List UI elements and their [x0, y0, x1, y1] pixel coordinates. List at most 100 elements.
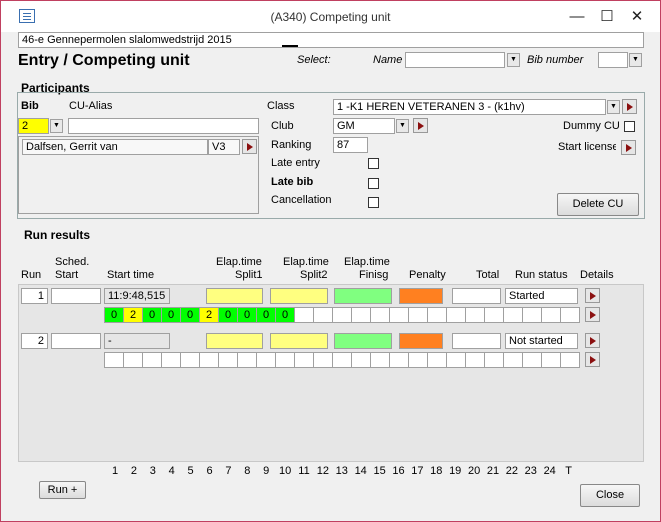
gate-cell[interactable]	[332, 352, 352, 368]
gate-cell[interactable]	[389, 307, 409, 323]
gate-cell[interactable]	[332, 307, 352, 323]
gate-cell[interactable]: 0	[104, 307, 124, 323]
club-select[interactable]: GM	[333, 118, 395, 134]
gate-cell[interactable]	[351, 307, 371, 323]
minimize-button[interactable]: —	[562, 6, 592, 28]
gate-cell[interactable]	[370, 352, 390, 368]
delete-cu-button[interactable]: Delete CU	[557, 193, 639, 216]
gate-cell[interactable]	[180, 352, 200, 368]
gate-cell[interactable]	[408, 352, 428, 368]
gate-cell[interactable]	[218, 352, 238, 368]
run1-gates-button[interactable]	[585, 307, 600, 322]
class-dropdown-icon[interactable]: ▼	[607, 100, 620, 114]
run1-penalty	[399, 288, 443, 304]
gate-number-label: 20	[467, 465, 481, 477]
gate-cell[interactable]	[237, 352, 257, 368]
gate-cell[interactable]	[313, 307, 333, 323]
gate-cell[interactable]	[275, 352, 295, 368]
gate-cell[interactable]	[560, 352, 580, 368]
close-window-button[interactable]: ✕	[622, 6, 652, 28]
header-split2-a: Elap.time	[283, 256, 329, 268]
gate-cell[interactable]	[294, 307, 314, 323]
start-license-button[interactable]	[621, 140, 636, 155]
bib-field[interactable]: 2	[18, 118, 49, 134]
run1-sched-start[interactable]	[51, 288, 101, 304]
gate-cell[interactable]	[427, 352, 447, 368]
gate-cell[interactable]: 2	[123, 307, 143, 323]
header-sched: Sched.	[55, 256, 90, 268]
cancellation-checkbox[interactable]	[368, 197, 379, 208]
run1-finish	[334, 288, 392, 304]
bib-number-dropdown-icon[interactable]: ▼	[629, 53, 642, 67]
run2-gates-button[interactable]	[585, 352, 600, 367]
gate-cell[interactable]	[389, 352, 409, 368]
class-label: Class	[267, 100, 295, 112]
gate-cell[interactable]: 0	[256, 307, 276, 323]
person-details-button[interactable]	[242, 139, 257, 154]
gate-cell[interactable]: 0	[180, 307, 200, 323]
gate-number-label: 19	[449, 465, 462, 477]
gate-cell[interactable]: 0	[142, 307, 162, 323]
bib-dropdown-icon[interactable]: ▼	[50, 119, 63, 133]
close-button[interactable]: Close	[580, 484, 640, 507]
gate-cell[interactable]: 0	[161, 307, 181, 323]
gate-cell[interactable]	[104, 352, 124, 368]
gate-cell[interactable]	[446, 352, 466, 368]
bib-label: Bib	[21, 100, 39, 112]
gate-cell[interactable]	[465, 352, 485, 368]
late-entry-checkbox[interactable]	[368, 158, 379, 169]
gate-cell[interactable]	[199, 352, 219, 368]
gate-cell[interactable]	[541, 307, 561, 323]
gate-cell[interactable]	[541, 352, 561, 368]
gate-cell[interactable]	[313, 352, 333, 368]
run2-sched-start[interactable]	[51, 333, 101, 349]
gate-cell[interactable]: 2	[199, 307, 219, 323]
gate-cell[interactable]: 0	[218, 307, 238, 323]
club-details-button[interactable]	[413, 118, 428, 133]
gate-cell[interactable]: 0	[237, 307, 257, 323]
gate-cell[interactable]	[256, 352, 276, 368]
gate-cell[interactable]	[370, 307, 390, 323]
class-select[interactable]: 1 -K1 HEREN VETERANEN 3 - (k1hv)	[333, 99, 606, 115]
gate-cell[interactable]	[427, 307, 447, 323]
gate-cell[interactable]	[123, 352, 143, 368]
title-bar: (A340) Competing unit — ☐ ✕	[1, 1, 660, 32]
late-bib-label: Late bib	[271, 176, 314, 188]
gate-cell[interactable]	[161, 352, 181, 368]
gate-cell[interactable]: 0	[275, 307, 295, 323]
dummy-cu-checkbox[interactable]	[624, 121, 635, 132]
gate-cell[interactable]	[142, 352, 162, 368]
name-select[interactable]	[405, 52, 505, 68]
gate-cell[interactable]	[351, 352, 371, 368]
late-entry-label: Late entry	[271, 157, 320, 169]
cu-alias-field[interactable]	[68, 118, 259, 134]
gate-cell[interactable]	[522, 307, 542, 323]
ranking-field[interactable]: 87	[333, 137, 368, 153]
start-license-label: Start license	[558, 141, 616, 153]
club-dropdown-icon[interactable]: ▼	[396, 119, 409, 133]
late-bib-checkbox[interactable]	[368, 178, 379, 189]
bib-number-label: Bib number	[527, 54, 584, 66]
class-details-button[interactable]	[622, 99, 637, 114]
name-dropdown-icon[interactable]: ▼	[507, 53, 520, 67]
run-plus-button[interactable]: Run +	[39, 481, 86, 499]
run2-details-button[interactable]	[585, 333, 600, 348]
cursor-marker	[282, 45, 298, 47]
gate-number-label: 11	[298, 465, 310, 477]
dummy-cu-label: Dummy CU	[563, 120, 620, 132]
gate-cell[interactable]	[465, 307, 485, 323]
gate-cell[interactable]	[408, 307, 428, 323]
gate-cell[interactable]	[446, 307, 466, 323]
gate-cell[interactable]	[522, 352, 542, 368]
gate-cell[interactable]	[503, 352, 523, 368]
maximize-button[interactable]: ☐	[592, 6, 622, 28]
bib-number-select[interactable]	[598, 52, 628, 68]
run1-details-button[interactable]	[585, 288, 600, 303]
gate-number-label: 10	[278, 465, 292, 477]
gate-cell[interactable]	[484, 352, 504, 368]
gate-cell[interactable]	[503, 307, 523, 323]
header-details: Details	[580, 269, 614, 281]
gate-cell[interactable]	[294, 352, 314, 368]
gate-cell[interactable]	[484, 307, 504, 323]
gate-cell[interactable]	[560, 307, 580, 323]
